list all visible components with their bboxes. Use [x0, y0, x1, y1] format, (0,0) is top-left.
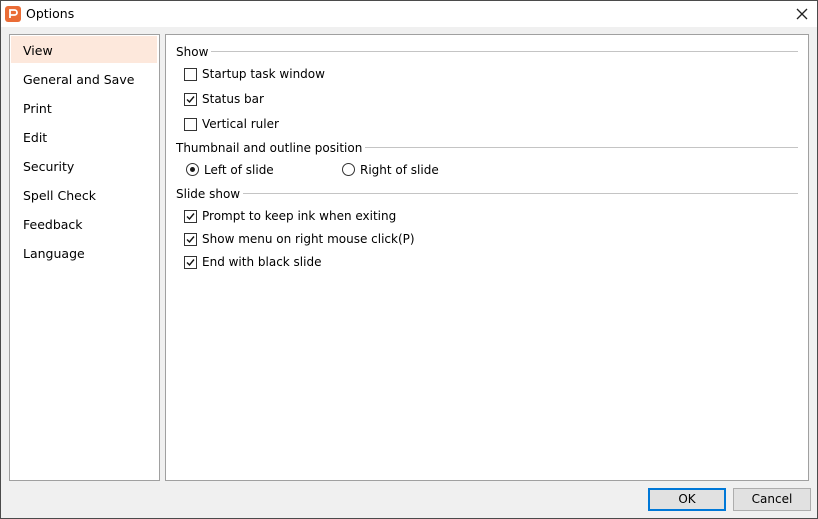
option-label: Status bar — [202, 92, 264, 106]
vertical-ruler-checkbox[interactable] — [184, 118, 197, 131]
check-icon — [186, 259, 195, 267]
ok-button[interactable]: OK — [648, 488, 726, 511]
option-label: Startup task window — [202, 67, 325, 81]
sidebar-item-label: Edit — [23, 130, 48, 145]
left-of-slide-radio[interactable] — [186, 163, 199, 176]
title-bar: Options — [1, 1, 817, 27]
sidebar-item-edit[interactable]: Edit — [11, 123, 157, 150]
startup-task-window-checkbox[interactable] — [184, 68, 197, 81]
check-icon — [186, 213, 195, 221]
option-label: Vertical ruler — [202, 117, 279, 131]
option-label: Left of slide — [204, 163, 274, 177]
section-title-show: Show — [176, 45, 212, 59]
sidebar-item-general-and-save[interactable]: General and Save — [11, 65, 157, 92]
window-title: Options — [26, 6, 75, 21]
sidebar-item-print[interactable]: Print — [11, 94, 157, 121]
right-of-slide-radio[interactable] — [342, 163, 355, 176]
end-with-black-slide-checkbox[interactable] — [184, 256, 197, 269]
option-label: End with black slide — [202, 255, 322, 269]
check-icon — [186, 96, 195, 104]
view-options-panel: Show Startup task window Status bar Vert… — [165, 34, 809, 481]
sidebar-item-spell-check[interactable]: Spell Check — [11, 181, 157, 208]
options-dialog: Options View General and Save Print Edit… — [0, 0, 818, 519]
check-icon — [186, 236, 195, 244]
sidebar-item-feedback[interactable]: Feedback — [11, 210, 157, 237]
show-menu-right-click-checkbox[interactable] — [184, 233, 197, 246]
presentation-app-icon — [5, 6, 21, 22]
options-category-list: View General and Save Print Edit Securit… — [9, 34, 160, 481]
section-divider — [176, 51, 798, 52]
cancel-button[interactable]: Cancel — [733, 488, 811, 511]
sidebar-item-security[interactable]: Security — [11, 152, 157, 179]
section-title-thumbnail: Thumbnail and outline position — [176, 141, 366, 155]
sidebar-item-language[interactable]: Language — [11, 239, 157, 266]
radio-selected-dot — [190, 167, 195, 172]
sidebar-item-label: Language — [23, 246, 85, 261]
section-divider — [176, 193, 798, 194]
option-label: Right of slide — [360, 163, 439, 177]
sidebar-item-label: Spell Check — [23, 188, 96, 203]
sidebar-item-label: Print — [23, 101, 52, 116]
close-button[interactable] — [787, 1, 817, 27]
status-bar-checkbox[interactable] — [184, 93, 197, 106]
sidebar-item-label: Security — [23, 159, 75, 174]
option-label: Show menu on right mouse click(P) — [202, 232, 415, 246]
sidebar-item-view[interactable]: View — [11, 36, 157, 63]
sidebar-item-label: Feedback — [23, 217, 83, 232]
prompt-keep-ink-checkbox[interactable] — [184, 210, 197, 223]
section-title-slide-show: Slide show — [176, 187, 244, 201]
close-icon — [796, 8, 808, 20]
sidebar-item-label: View — [23, 43, 53, 58]
option-label: Prompt to keep ink when exiting — [202, 209, 397, 223]
sidebar-item-label: General and Save — [23, 72, 135, 87]
